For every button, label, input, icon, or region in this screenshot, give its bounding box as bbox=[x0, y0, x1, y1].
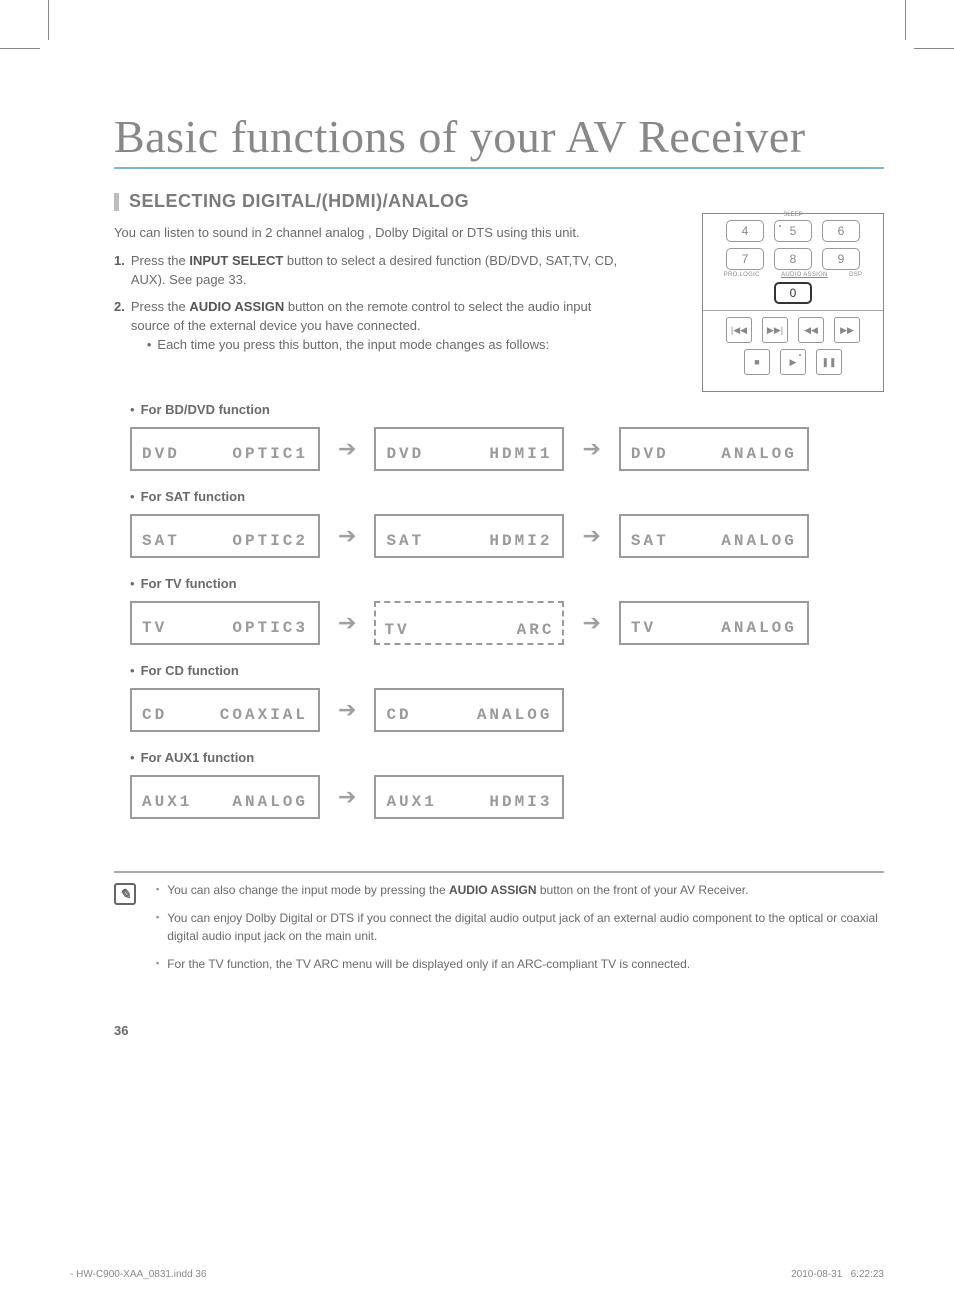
arrow-icon: ➔ bbox=[582, 610, 600, 636]
lcd-tv-arc: TVARC bbox=[374, 601, 564, 645]
aux-func-label: For AUX1 function bbox=[130, 750, 884, 765]
tv-func-label: For TV function bbox=[130, 576, 884, 591]
remote-key-8: 8 bbox=[774, 248, 812, 270]
arrow-icon: ➔ bbox=[582, 436, 600, 462]
remote-label-audioassign: AUDIO ASSIGN bbox=[781, 272, 828, 278]
lcd-tv-optic3: TVOPTIC3 bbox=[130, 601, 320, 645]
page-number: 36 bbox=[114, 1023, 884, 1038]
step-2-num: 2. bbox=[114, 298, 125, 355]
arrow-icon: ➔ bbox=[582, 523, 600, 549]
section-title: SELECTING DIGITAL/(HDMI)/ANALOG bbox=[129, 191, 469, 212]
lcd-tv-analog: TVANALOG bbox=[619, 601, 809, 645]
arrow-icon: ➔ bbox=[338, 610, 356, 636]
footer-file: - HW-C900-XAA_0831.indd 36 bbox=[70, 1269, 207, 1280]
arrow-icon: ➔ bbox=[338, 523, 356, 549]
remote-key-4: 4 bbox=[726, 220, 764, 242]
sat-row: SATOPTIC2 ➔ SATHDMI2 ➔ SATANALOG bbox=[130, 514, 884, 558]
aux-row: AUX1ANALOG ➔ AUX1HDMI3 bbox=[130, 775, 884, 819]
remote-key-stop: ■ bbox=[744, 349, 770, 375]
step-1-num: 1. bbox=[114, 252, 125, 290]
lcd-dvd-analog: DVDANALOG bbox=[619, 427, 809, 471]
audio-assign-label: AUDIO ASSIGN bbox=[189, 299, 284, 314]
lcd-aux1-analog: AUX1ANALOG bbox=[130, 775, 320, 819]
step-2: 2. Press the AUDIO ASSIGN button on the … bbox=[114, 298, 624, 355]
step-2-bullet: Each time you press this button, the inp… bbox=[147, 336, 624, 355]
bd-func-label: For BD/DVD function bbox=[130, 402, 884, 417]
cd-row: CDCOAXIAL ➔ CDANALOG bbox=[130, 688, 884, 732]
arrow-icon: ➔ bbox=[338, 436, 356, 462]
lcd-sat-hdmi2: SATHDMI2 bbox=[374, 514, 564, 558]
remote-label-dsp: DSP bbox=[849, 272, 862, 278]
lcd-dvd-optic1: DVDOPTIC1 bbox=[130, 427, 320, 471]
tv-row: TVOPTIC3 ➔ TVARC ➔ TVANALOG bbox=[130, 601, 884, 645]
remote-illustration: 4 SLEEP5 6 7 8 9 PRO.LOGIC AUDIO ASSIGN … bbox=[702, 213, 884, 392]
arrow-icon: ➔ bbox=[338, 697, 356, 723]
remote-key-7: 7 bbox=[726, 248, 764, 270]
note-icon: ✎ bbox=[114, 883, 136, 905]
section-bar-icon bbox=[114, 193, 119, 211]
remote-key-play: ▶ bbox=[780, 349, 806, 375]
intro-text: You can listen to sound in 2 channel ana… bbox=[114, 224, 624, 242]
footer-date: 2010-08-31 bbox=[791, 1269, 842, 1280]
lcd-sat-optic2: SATOPTIC2 bbox=[130, 514, 320, 558]
note-2: You can enjoy Dolby Digital or DTS if yo… bbox=[156, 909, 884, 945]
sat-func-label: For SAT function bbox=[130, 489, 884, 504]
lcd-aux1-hdmi3: AUX1HDMI3 bbox=[374, 775, 564, 819]
remote-key-ff: ▶▶ bbox=[834, 317, 860, 343]
remote-key-prev: |◀◀ bbox=[726, 317, 752, 343]
note-3: For the TV function, the TV ARC menu wil… bbox=[156, 955, 884, 973]
remote-key-9: 9 bbox=[822, 248, 860, 270]
remote-key-pause: ❚❚ bbox=[816, 349, 842, 375]
remote-key-6: 6 bbox=[822, 220, 860, 242]
bd-row: DVDOPTIC1 ➔ DVDHDMI1 ➔ DVDANALOG bbox=[130, 427, 884, 471]
remote-label-prologic: PRO.LOGIC bbox=[724, 272, 760, 278]
remote-key-next: ▶▶| bbox=[762, 317, 788, 343]
remote-key-0-audio-assign: 0 bbox=[774, 282, 812, 304]
lcd-cd-coaxial: CDCOAXIAL bbox=[130, 688, 320, 732]
cd-func-label: For CD function bbox=[130, 663, 884, 678]
remote-key-5: 5 bbox=[774, 220, 812, 242]
page-title: Basic functions of your AV Receiver bbox=[114, 110, 884, 169]
step-1: 1. Press the INPUT SELECT button to sele… bbox=[114, 252, 624, 290]
note-1: You can also change the input mode by pr… bbox=[156, 881, 884, 899]
footer-time: 6:22:23 bbox=[851, 1269, 884, 1280]
lcd-dvd-hdmi1: DVDHDMI1 bbox=[374, 427, 564, 471]
lcd-cd-analog: CDANALOG bbox=[374, 688, 564, 732]
arrow-icon: ➔ bbox=[338, 784, 356, 810]
lcd-sat-analog: SATANALOG bbox=[619, 514, 809, 558]
remote-key-rew: ◀◀ bbox=[798, 317, 824, 343]
input-select-label: INPUT SELECT bbox=[189, 253, 283, 268]
